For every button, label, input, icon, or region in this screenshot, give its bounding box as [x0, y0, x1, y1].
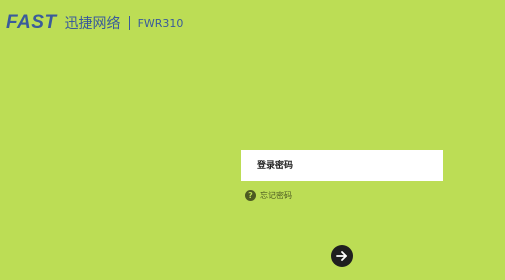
model-name: FWR310	[137, 16, 184, 30]
divider	[128, 16, 130, 30]
header: FAST 迅捷网络 FWR310	[6, 11, 183, 35]
brand-logo: FAST	[6, 12, 57, 33]
arrow-right-icon	[336, 251, 347, 261]
password-input[interactable]	[255, 159, 443, 172]
password-field[interactable]	[241, 150, 443, 181]
login-submit-button[interactable]	[331, 245, 353, 267]
forgot-password-link[interactable]: ? 忘记密码	[245, 190, 292, 201]
question-icon: ?	[245, 190, 256, 201]
forgot-password-label: 忘记密码	[260, 191, 292, 200]
brand-name: 迅捷网络	[64, 16, 121, 32]
